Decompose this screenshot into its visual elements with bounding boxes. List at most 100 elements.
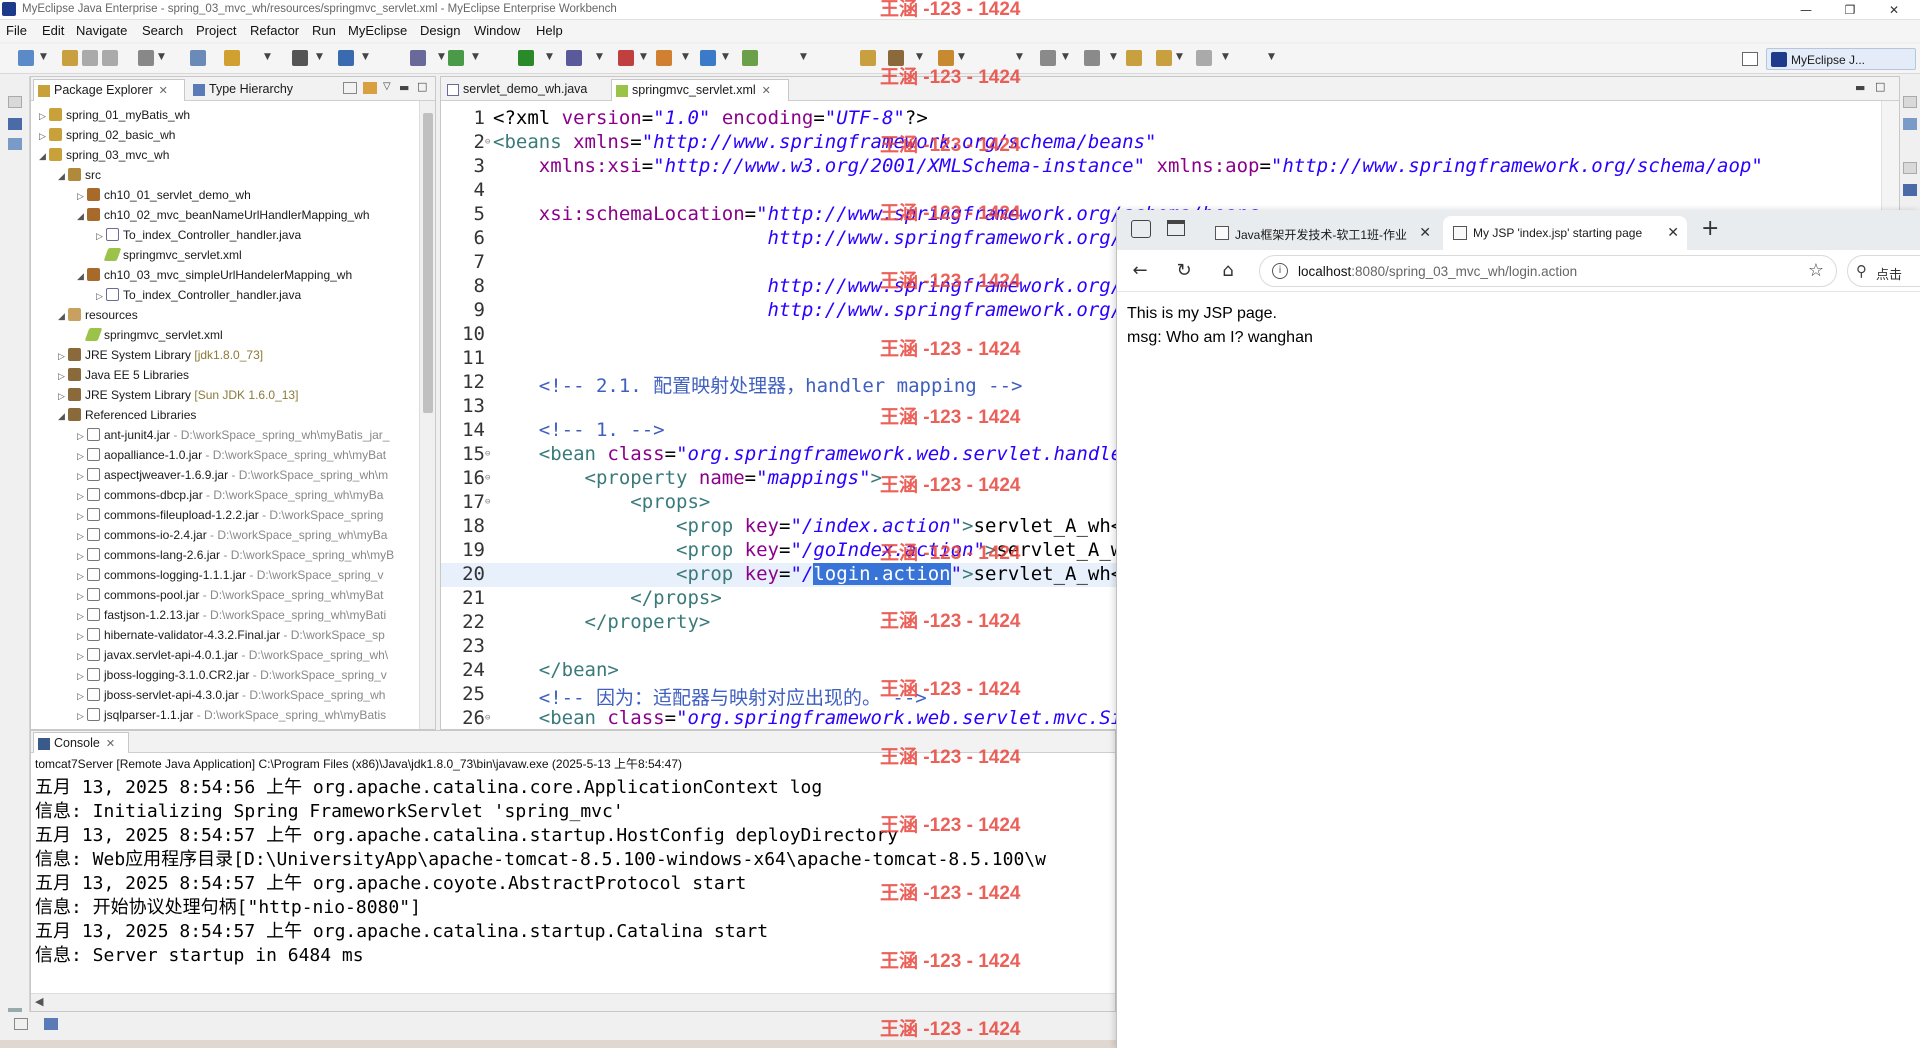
maximize-editor-icon[interactable]: □ bbox=[1875, 80, 1885, 93]
toolbar-action-icon[interactable] bbox=[62, 50, 78, 66]
maximize-view-icon[interactable]: □ bbox=[417, 80, 427, 93]
expand-toggle-icon[interactable]: ▷ bbox=[77, 686, 87, 706]
toolbar-action-icon[interactable] bbox=[410, 50, 426, 66]
toolbar-action-icon[interactable] bbox=[700, 50, 716, 66]
expand-toggle-icon[interactable]: ▷ bbox=[77, 426, 87, 446]
tree-item[interactable]: ▷ JRE System Library [Sun JDK 1.6.0_13] bbox=[58, 385, 298, 405]
tree-item[interactable]: ▷ jboss-logging-3.1.0.CR2.jar - D:\workSp… bbox=[77, 665, 387, 685]
expand-toggle-icon[interactable]: ▷ bbox=[77, 446, 87, 466]
menu-project[interactable]: Project bbox=[196, 23, 236, 38]
scroll-left-icon[interactable]: ◀ bbox=[35, 995, 43, 1008]
restore-view-icon[interactable] bbox=[1903, 96, 1917, 108]
toolbar-action-icon[interactable] bbox=[1156, 50, 1172, 66]
restore-button[interactable]: ❐ bbox=[1828, 0, 1872, 20]
code-line[interactable]: <!-- 因为：适配器与映射对应出现的。 --> bbox=[493, 683, 927, 710]
tree-item[interactable]: ▷ commons-logging-1.1.1.jar - D:\workSpac… bbox=[77, 565, 383, 585]
expand-toggle-icon[interactable]: ▷ bbox=[77, 646, 87, 666]
fold-toggle-icon[interactable]: ⊖ bbox=[485, 137, 490, 147]
menu-refactor[interactable]: Refactor bbox=[250, 23, 299, 38]
view-menu-icon[interactable]: ▽ bbox=[383, 81, 391, 92]
browser-tab-homework[interactable]: Java框架开发技术-软工1班-作业 ✕ bbox=[1205, 216, 1439, 250]
expand-toggle-icon[interactable]: ▷ bbox=[58, 366, 68, 386]
dropdown-arrow-icon[interactable]: ▼ bbox=[722, 52, 729, 62]
expand-toggle-icon[interactable]: ▷ bbox=[77, 566, 87, 586]
code-line[interactable]: <prop key="/login.action">servlet_A_wh</… bbox=[493, 563, 1191, 585]
tab-actions-icon[interactable] bbox=[1167, 220, 1185, 236]
outline-view-icon[interactable] bbox=[8, 138, 22, 150]
tree-item[interactable]: ▷ commons-io-2.4.jar - D:\workSpace_sprin… bbox=[77, 525, 387, 545]
tree-item[interactable]: ▷ commons-fileupload-1.2.2.jar - D:\workS… bbox=[77, 505, 383, 525]
menu-run[interactable]: Run bbox=[312, 23, 336, 38]
tree-item[interactable]: ◢ resources bbox=[58, 305, 138, 325]
search-box[interactable]: ⚲ 点击 bbox=[1847, 255, 1920, 287]
expand-toggle-icon[interactable]: ▷ bbox=[96, 226, 106, 246]
minimize-view-icon[interactable]: ▬ bbox=[399, 81, 409, 94]
console-horizontal-scrollbar[interactable]: ◀ bbox=[31, 993, 1115, 1011]
fold-toggle-icon[interactable]: ⊖ bbox=[485, 713, 490, 723]
tree-item[interactable]: ▷ ant-junit4.jar - D:\workSpace_spring_wh… bbox=[77, 425, 389, 445]
toolbar-action-icon[interactable] bbox=[102, 50, 118, 66]
toolbar-action-icon[interactable] bbox=[742, 50, 758, 66]
dropdown-arrow-icon[interactable]: ▼ bbox=[546, 52, 553, 62]
tree-item[interactable]: springmvc_servlet.xml bbox=[96, 245, 242, 265]
fold-toggle-icon[interactable]: ⊖ bbox=[485, 497, 490, 507]
close-tab-icon[interactable]: ✕ bbox=[1419, 224, 1431, 241]
dropdown-arrow-icon[interactable]: ▼ bbox=[958, 52, 965, 62]
dropdown-arrow-icon[interactable]: ▼ bbox=[158, 52, 165, 62]
open-perspective-icon[interactable] bbox=[1742, 52, 1758, 66]
dropdown-arrow-icon[interactable]: ▼ bbox=[1062, 52, 1069, 62]
tree-item[interactable]: ▷ ch10_01_servlet_demo_wh bbox=[77, 185, 251, 205]
tree-item[interactable]: ▷ jboss-servlet-api-4.3.0.jar - D:\workSp… bbox=[77, 685, 385, 705]
expand-toggle-icon[interactable]: ▷ bbox=[39, 126, 49, 146]
tab-console[interactable]: Console ✕ bbox=[33, 732, 129, 753]
expand-toggle-icon[interactable]: ◢ bbox=[58, 306, 68, 326]
expand-toggle-icon[interactable]: ▷ bbox=[77, 506, 87, 526]
dropdown-arrow-icon[interactable]: ▼ bbox=[640, 52, 647, 62]
tree-item[interactable]: ▷ jsqlparser-1.1.jar - D:\workSpace_sprin… bbox=[77, 705, 386, 725]
expand-toggle-icon[interactable]: ▷ bbox=[96, 286, 106, 306]
code-line[interactable]: <prop key="/index.action">servlet_A_wh</… bbox=[493, 515, 1191, 537]
tree-item[interactable]: ◢ Referenced Libraries bbox=[58, 405, 196, 425]
toolbar-action-icon[interactable] bbox=[1084, 50, 1100, 66]
tab-package-explorer[interactable]: Package Explorer ✕ bbox=[33, 79, 185, 101]
dropdown-arrow-icon[interactable]: ▼ bbox=[316, 52, 323, 62]
back-button[interactable]: ← bbox=[1127, 258, 1153, 284]
expand-toggle-icon[interactable]: ▷ bbox=[77, 606, 87, 626]
fold-toggle-icon[interactable]: ⊖ bbox=[485, 449, 490, 459]
tree-item[interactable]: ▷ To_index_Controller_handler.java bbox=[96, 225, 301, 245]
dropdown-arrow-icon[interactable]: ▼ bbox=[596, 52, 603, 62]
code-line[interactable]: <!-- 1. --> bbox=[493, 419, 665, 441]
code-line[interactable]: <?xml version="1.0" encoding="UTF-8"?> bbox=[493, 107, 928, 129]
close-tab-icon[interactable]: ✕ bbox=[1667, 224, 1679, 241]
tree-item[interactable]: ▷ javax.servlet-api-4.0.1.jar - D:\workSp… bbox=[77, 645, 388, 665]
dropdown-arrow-icon[interactable]: ▼ bbox=[472, 52, 479, 62]
package-explorer-scrollbar[interactable] bbox=[419, 101, 435, 729]
toolbar-action-icon[interactable] bbox=[888, 50, 904, 66]
dropdown-arrow-icon[interactable]: ▼ bbox=[1016, 52, 1023, 62]
toolbar-action-icon[interactable] bbox=[1126, 50, 1142, 66]
code-line[interactable]: <!-- 2.1. 配置映射处理器，handler mapping --> bbox=[493, 371, 1023, 398]
expand-toggle-icon[interactable]: ◢ bbox=[58, 406, 68, 426]
tree-item[interactable]: springmvc_servlet.xml bbox=[77, 325, 223, 345]
home-button[interactable]: ⌂ bbox=[1215, 258, 1241, 284]
expand-toggle-icon[interactable]: ▷ bbox=[77, 486, 87, 506]
url-input[interactable]: i localhost:8080/spring_03_mvc_wh/login.… bbox=[1259, 255, 1837, 287]
code-line[interactable]: </property> bbox=[493, 611, 711, 633]
servers-view-icon[interactable] bbox=[8, 118, 22, 130]
tree-item[interactable]: ▷ commons-pool.jar - D:\workSpace_spring_… bbox=[77, 585, 383, 605]
tab-type-hierarchy[interactable]: Type Hierarchy bbox=[189, 79, 343, 101]
expand-toggle-icon[interactable]: ▷ bbox=[77, 186, 87, 206]
expand-toggle-icon[interactable]: ◢ bbox=[58, 166, 68, 186]
expand-toggle-icon[interactable]: ▷ bbox=[39, 106, 49, 126]
expand-toggle-icon[interactable]: ◢ bbox=[77, 266, 87, 286]
toolbar-action-icon[interactable] bbox=[860, 50, 876, 66]
toolbar-action-icon[interactable] bbox=[656, 50, 672, 66]
perspective-switch-button[interactable]: MyEclipse J... bbox=[1766, 48, 1916, 70]
close-tab-icon[interactable]: ✕ bbox=[106, 738, 115, 750]
toolbar-action-icon[interactable] bbox=[292, 50, 308, 66]
toolbar-action-icon[interactable] bbox=[618, 50, 634, 66]
favorite-star-icon[interactable]: ☆ bbox=[1808, 260, 1824, 281]
refresh-button[interactable]: ↻ bbox=[1171, 258, 1197, 284]
link-with-editor-icon[interactable] bbox=[363, 82, 377, 94]
toolbar-action-icon[interactable] bbox=[1040, 50, 1056, 66]
